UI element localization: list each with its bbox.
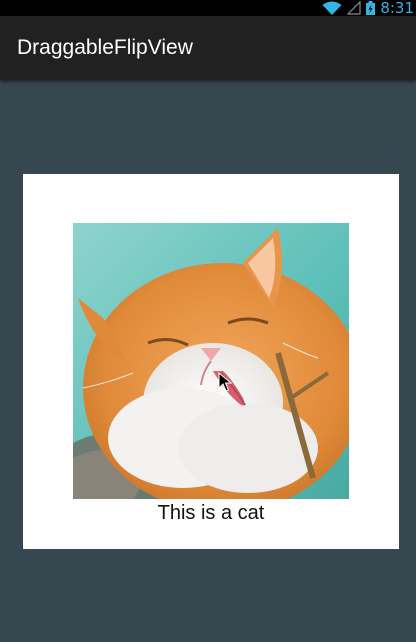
signal-icon	[347, 1, 361, 15]
flip-card[interactable]: This is a cat	[23, 174, 399, 549]
cat-photo	[73, 223, 349, 499]
action-bar: DraggableFlipView	[0, 16, 416, 80]
app-title: DraggableFlipView	[17, 36, 193, 59]
battery-charging-icon	[366, 1, 376, 15]
wifi-icon	[322, 1, 342, 15]
status-bar: 8:31	[0, 0, 416, 16]
status-clock: 8:31	[380, 0, 414, 16]
status-icons: 8:31	[322, 0, 416, 16]
mouse-pointer-icon	[218, 372, 232, 392]
card-caption: This is a cat	[157, 502, 265, 524]
